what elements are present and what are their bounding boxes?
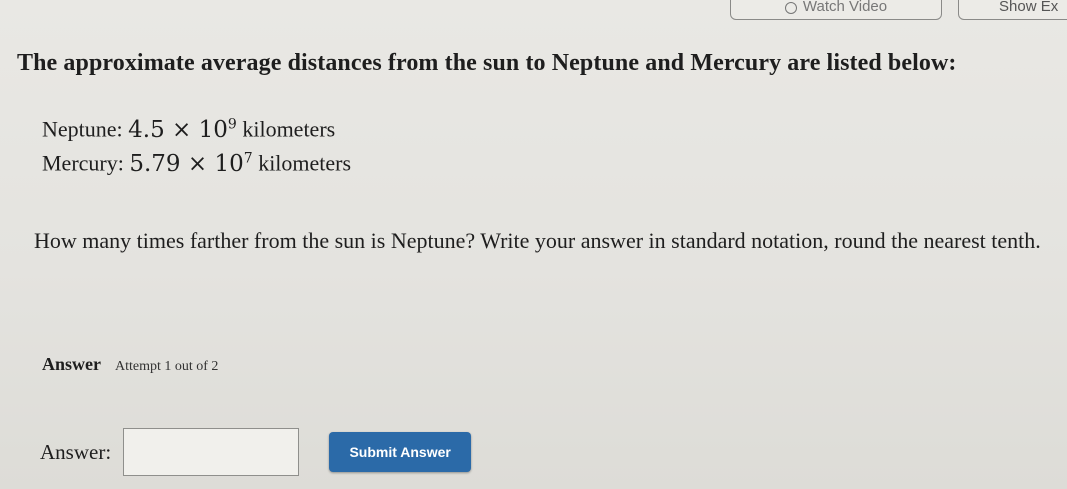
answer-section-label: Answer (42, 354, 101, 374)
watch-video-label: Watch Video (802, 0, 888, 15)
answer-input[interactable] (123, 428, 300, 476)
planet-name: Neptune: (42, 116, 123, 142)
distance-value: 5.79 × 107 (129, 150, 253, 177)
question-intro: The approximate average distances from t… (17, 50, 957, 76)
question-prompt: How many times farther from the sun is N… (34, 228, 1041, 253)
answer-row: Answer: Submit Answer (40, 428, 472, 476)
answer-field-label: Answer: (40, 439, 112, 464)
answer-header: Answer Attempt 1 out of 2 (42, 354, 218, 375)
mercury-distance: Mercury: 5.79 × 107 kilometers (42, 150, 351, 177)
watch-video-button[interactable]: Watch Video (730, 0, 942, 20)
attempt-counter: Attempt 1 out of 2 (115, 359, 219, 374)
neptune-distance: Neptune: 4.5 × 109 kilometers (42, 116, 335, 143)
show-example-label: Show Ex (999, 0, 1059, 15)
planet-name: Mercury: (42, 150, 124, 176)
distance-unit: kilometers (242, 116, 336, 142)
play-circle-icon (784, 2, 797, 14)
show-example-button[interactable]: Show Ex (958, 0, 1067, 20)
submit-answer-button[interactable]: Submit Answer (329, 432, 472, 472)
distance-unit: kilometers (258, 150, 352, 176)
distance-value: 4.5 × 109 (128, 116, 237, 143)
